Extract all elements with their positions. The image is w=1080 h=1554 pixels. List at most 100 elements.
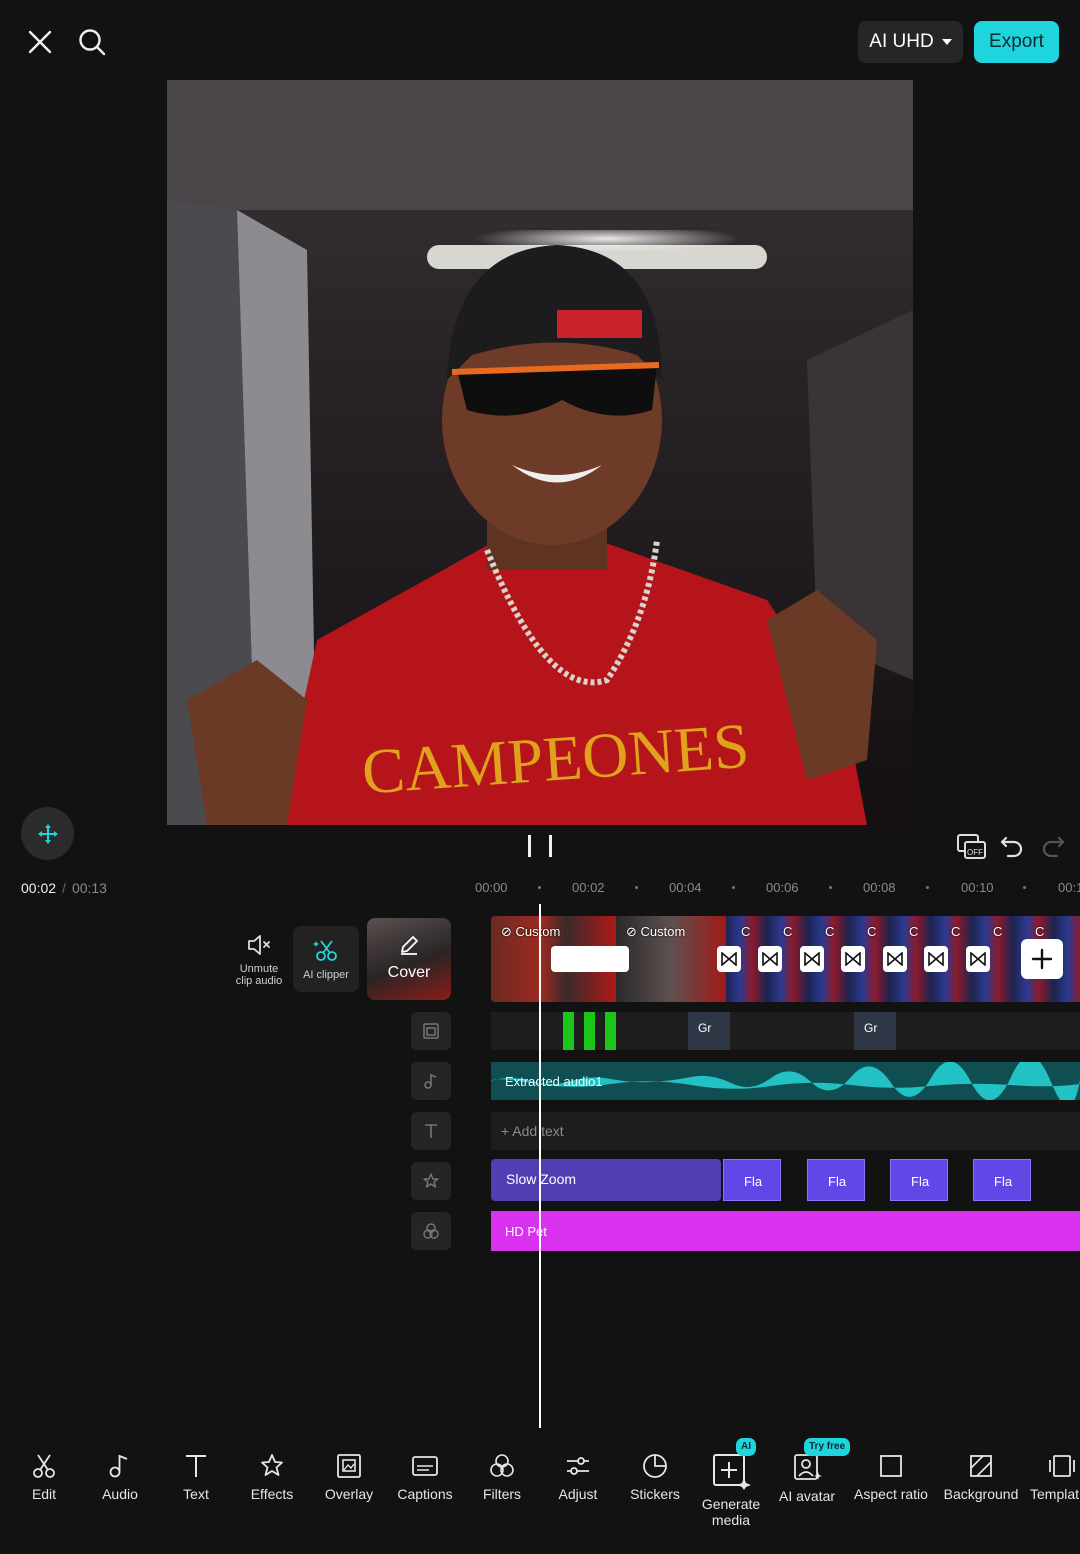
text-icon — [186, 1455, 206, 1477]
transition-button[interactable] — [924, 946, 948, 972]
audio-track[interactable]: Extracted audio1 — [491, 1062, 1080, 1100]
add-clip-button[interactable] — [1021, 939, 1063, 979]
overlay-track-button[interactable] — [411, 1012, 451, 1050]
overlay-marker[interactable] — [584, 1012, 595, 1050]
keyframe-move-button[interactable] — [21, 807, 74, 860]
music-note-icon — [109, 1454, 128, 1478]
toolbar-overlay[interactable]: Overlay — [320, 1436, 378, 1502]
ruler-tick: 00:10 — [961, 880, 994, 895]
transition-button[interactable] — [841, 946, 865, 972]
redo-icon — [1042, 836, 1065, 858]
effects-track[interactable]: Slow Zoom Fla Fla Fla Fla — [491, 1159, 1080, 1201]
toolbar-background[interactable]: Background — [940, 1436, 1022, 1502]
search-button[interactable] — [72, 22, 112, 62]
preview-frame: CAMPEONES — [167, 80, 913, 825]
toolbar-templates[interactable]: Templat — [1030, 1436, 1080, 1502]
ruler-tick: 00:1 — [1058, 880, 1080, 895]
close-button[interactable] — [20, 22, 60, 62]
text-icon — [425, 1124, 437, 1138]
clip-split-marker[interactable] — [551, 946, 629, 972]
transition-icon — [887, 952, 903, 966]
plus-icon: + — [501, 1123, 513, 1139]
export-button[interactable]: Export — [974, 21, 1059, 63]
video-clip-label: C — [1035, 924, 1045, 939]
pencil-icon — [401, 936, 418, 955]
toolbar-aspect-ratio[interactable]: Aspect ratio — [850, 1436, 932, 1502]
transition-icon — [928, 952, 944, 966]
redo-button[interactable] — [1040, 832, 1066, 865]
sticker-icon — [643, 1454, 667, 1478]
transition-button[interactable] — [883, 946, 907, 972]
time-separator: / — [62, 880, 66, 896]
overlay-marker[interactable] — [605, 1012, 616, 1050]
toolbar-text[interactable]: Text — [172, 1436, 220, 1502]
pause-button[interactable] — [528, 835, 552, 859]
toolbar-filters[interactable]: Filters — [476, 1436, 528, 1502]
transition-button[interactable] — [800, 946, 824, 972]
add-text-track[interactable]: + Add text — [491, 1112, 1080, 1150]
effect-clip[interactable]: Fla — [723, 1159, 781, 1201]
overlay-icon — [423, 1023, 439, 1039]
toolbar-adjust[interactable]: Adjust — [552, 1436, 604, 1502]
toolbar-label: Aspect ratio — [854, 1486, 928, 1502]
background-icon — [970, 1455, 992, 1477]
transition-icon — [845, 952, 861, 966]
ruler-dot — [1023, 886, 1026, 889]
ruler-tick: 00:04 — [669, 880, 702, 895]
filters-track-button[interactable] — [411, 1212, 451, 1250]
ai-scissors-icon — [313, 940, 337, 961]
toolbar-captions[interactable]: Captions — [394, 1436, 456, 1502]
audio-clip-label: Extracted audio1 — [505, 1074, 603, 1089]
toolbar-audio[interactable]: Audio — [96, 1436, 144, 1502]
toolbar-label: Generate media — [701, 1496, 761, 1528]
toolbar-label: Background — [943, 1486, 1019, 1502]
toolbar-label: Captions — [397, 1486, 453, 1502]
video-clip-label: ⊘ Custom — [626, 924, 686, 939]
audio-track-button[interactable] — [411, 1062, 451, 1100]
effect-clip[interactable]: Slow Zoom — [491, 1159, 721, 1201]
text-track-button[interactable] — [411, 1112, 451, 1150]
effect-clip[interactable]: Fla — [973, 1159, 1031, 1201]
cover-button[interactable]: Cover — [367, 918, 451, 1000]
toolbar-stickers[interactable]: Stickers — [624, 1436, 686, 1502]
overlay-marker[interactable] — [563, 1012, 574, 1050]
transition-icon — [804, 952, 820, 966]
toolbar-label: Edit — [31, 1486, 57, 1502]
toolbar-generate-media[interactable]: Generate media AI — [698, 1436, 764, 1528]
video-preview[interactable]: CAMPEONES — [167, 80, 913, 825]
move-icon — [37, 823, 58, 844]
quality-dropdown[interactable]: AI UHD — [858, 21, 963, 63]
transition-button[interactable] — [966, 946, 990, 972]
transition-button[interactable] — [758, 946, 782, 972]
overlay-clip[interactable]: Gr — [854, 1012, 896, 1050]
playhead[interactable] — [539, 904, 541, 1428]
generate-media-icon — [713, 1454, 751, 1490]
effects-track-button[interactable] — [411, 1162, 451, 1200]
close-icon — [28, 30, 52, 54]
overlay-clip[interactable]: Gr — [688, 1012, 730, 1050]
ai-clipper-button[interactable]: AI clipper — [293, 926, 359, 992]
overlay-track[interactable] — [491, 1012, 1080, 1050]
video-clip-label: C — [867, 924, 877, 939]
toolbar-label: Text — [183, 1486, 209, 1502]
captions-off-icon: OFF — [957, 834, 986, 859]
filter-clip[interactable]: HD Pet — [491, 1211, 1080, 1251]
toolbar-edit[interactable]: Edit — [20, 1436, 68, 1502]
top-bar: AI UHD Export — [0, 0, 1080, 80]
plus-icon — [1031, 948, 1053, 970]
filters-icon — [423, 1223, 439, 1239]
toolbar-label: Overlay — [324, 1486, 374, 1502]
undo-button[interactable] — [999, 832, 1025, 865]
time-ruler[interactable]: 00:00 00:02 00:04 00:06 00:08 00:10 00:1 — [470, 880, 1080, 900]
captions-icon — [412, 1456, 438, 1476]
effect-clip[interactable]: Fla — [807, 1159, 865, 1201]
toolbar-effects[interactable]: Effects — [244, 1436, 300, 1502]
unmute-clip-audio-button[interactable]: Unmute clip audio — [230, 928, 288, 992]
toolbar-ai-avatar[interactable]: AI avatar Try free — [776, 1436, 851, 1504]
main-video-track[interactable]: ⊘ Custom ⊘ Custom C C C C C C C C — [491, 916, 1080, 1002]
scissors-icon — [33, 1454, 55, 1478]
effect-clip[interactable]: Fla — [890, 1159, 948, 1201]
transition-button[interactable] — [717, 946, 741, 972]
effects-star-icon — [261, 1454, 283, 1476]
auto-captions-off-button[interactable]: OFF — [956, 832, 988, 867]
